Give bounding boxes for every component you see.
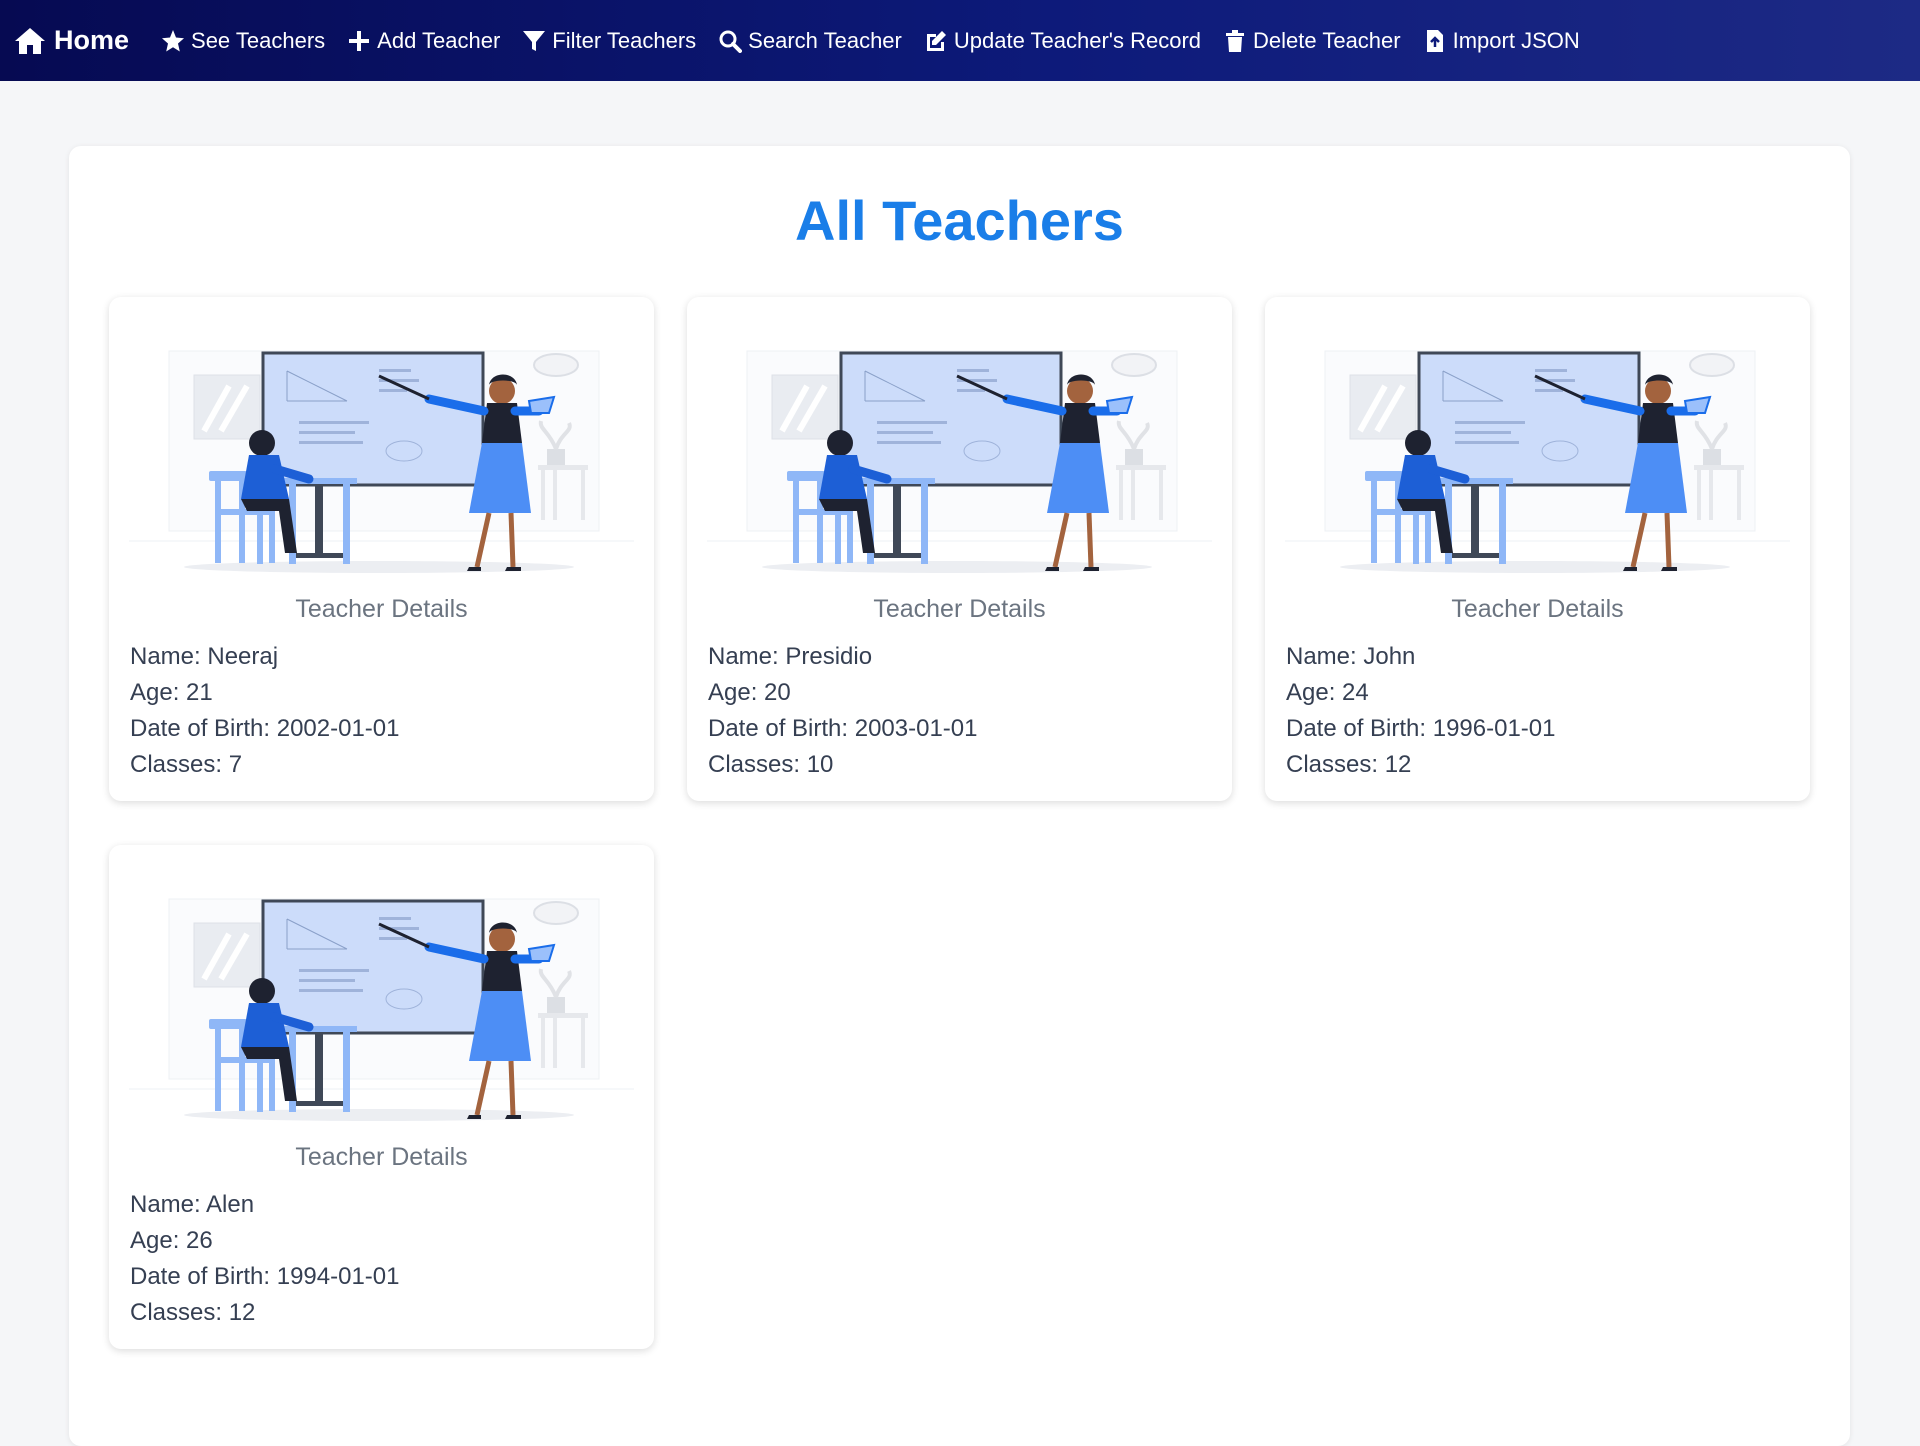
plus-icon bbox=[349, 30, 370, 51]
teacher-card-grid: Teacher Details Name: Neeraj Age: 21 Dat… bbox=[109, 297, 1810, 1349]
nav-add-teacher-label: Add Teacher bbox=[377, 27, 501, 53]
teacher-illustration bbox=[129, 331, 634, 579]
teacher-dob: Date of Birth: 1994-01-01 bbox=[130, 1263, 400, 1290]
nav-home-label: Home bbox=[54, 25, 130, 55]
teacher-age: Age: 24 bbox=[1286, 679, 1369, 706]
teacher-dob: Date of Birth: 2002-01-01 bbox=[130, 715, 400, 742]
teacher-age: Age: 20 bbox=[708, 679, 791, 706]
nav-search-teacher-link[interactable]: Search Teacher bbox=[718, 28, 902, 54]
teacher-age: Age: 21 bbox=[130, 679, 213, 706]
nav-import-json-link[interactable]: Import JSON bbox=[1423, 28, 1580, 54]
teacher-classes: Classes: 7 bbox=[130, 751, 243, 778]
card-title: Teacher Details bbox=[295, 1143, 468, 1171]
teacher-dob: Date of Birth: 1996-01-01 bbox=[1286, 715, 1556, 742]
teacher-name: Name: Neeraj bbox=[130, 643, 279, 670]
teacher-illustration bbox=[129, 879, 634, 1127]
nav-add-teacher-link[interactable]: Add Teacher bbox=[347, 28, 500, 54]
teacher-age: Age: 26 bbox=[130, 1227, 213, 1254]
card-title: Teacher Details bbox=[1451, 595, 1624, 623]
nav-see-teachers-link[interactable]: See Teachers bbox=[161, 28, 325, 54]
teacher-classes: Classes: 12 bbox=[1286, 751, 1412, 778]
teacher-classes: Classes: 12 bbox=[130, 1299, 256, 1326]
top-navbar: Home See Teachers Add Teacher Filter Tea… bbox=[0, 0, 1920, 81]
nav-filter-teachers-link[interactable]: Filter Teachers bbox=[522, 28, 696, 54]
nav-see-teachers-label: See Teachers bbox=[191, 27, 326, 53]
card-title: Teacher Details bbox=[295, 595, 468, 623]
teacher-illustration bbox=[707, 331, 1212, 579]
teacher-card: Teacher Details Name: Alen Age: 26 Date … bbox=[109, 845, 654, 1349]
nav-delete-teacher-link[interactable]: Delete Teacher bbox=[1223, 28, 1401, 54]
filter-icon bbox=[523, 30, 546, 51]
teacher-name: Name: Alen bbox=[130, 1191, 255, 1218]
teacher-dob: Date of Birth: 2003-01-01 bbox=[708, 715, 978, 742]
nav-search-teacher-label: Search Teacher bbox=[748, 27, 902, 53]
teacher-card: Teacher Details Name: Neeraj Age: 21 Dat… bbox=[109, 297, 654, 801]
teacher-card: Teacher Details Name: John Age: 24 Date … bbox=[1265, 297, 1810, 801]
star-icon bbox=[162, 29, 185, 51]
nav-update-record-label: Update Teacher's Record bbox=[953, 27, 1202, 53]
nav-delete-teacher-label: Delete Teacher bbox=[1253, 27, 1401, 53]
teacher-name: Name: John bbox=[1286, 643, 1416, 670]
trash-icon bbox=[1226, 29, 1245, 52]
search-icon bbox=[719, 30, 743, 53]
teachers-panel: All Teachers Teacher Details Name: Neera… bbox=[69, 146, 1850, 1446]
page-title: All Teachers bbox=[795, 189, 1124, 252]
nav-import-json-label: Import JSON bbox=[1452, 27, 1580, 53]
edit-icon bbox=[926, 30, 946, 51]
teacher-name: Name: Presidio bbox=[708, 643, 873, 670]
teacher-illustration bbox=[1285, 331, 1790, 579]
nav-home-link[interactable]: Home bbox=[14, 25, 129, 56]
file-import-icon bbox=[1426, 29, 1443, 52]
home-icon bbox=[15, 27, 45, 54]
teacher-classes: Classes: 10 bbox=[708, 751, 834, 778]
card-title: Teacher Details bbox=[873, 595, 1046, 623]
teacher-card: Teacher Details Name: Presidio Age: 20 D… bbox=[687, 297, 1232, 801]
nav-update-record-link[interactable]: Update Teacher's Record bbox=[924, 28, 1201, 54]
nav-filter-teachers-label: Filter Teachers bbox=[552, 27, 697, 53]
